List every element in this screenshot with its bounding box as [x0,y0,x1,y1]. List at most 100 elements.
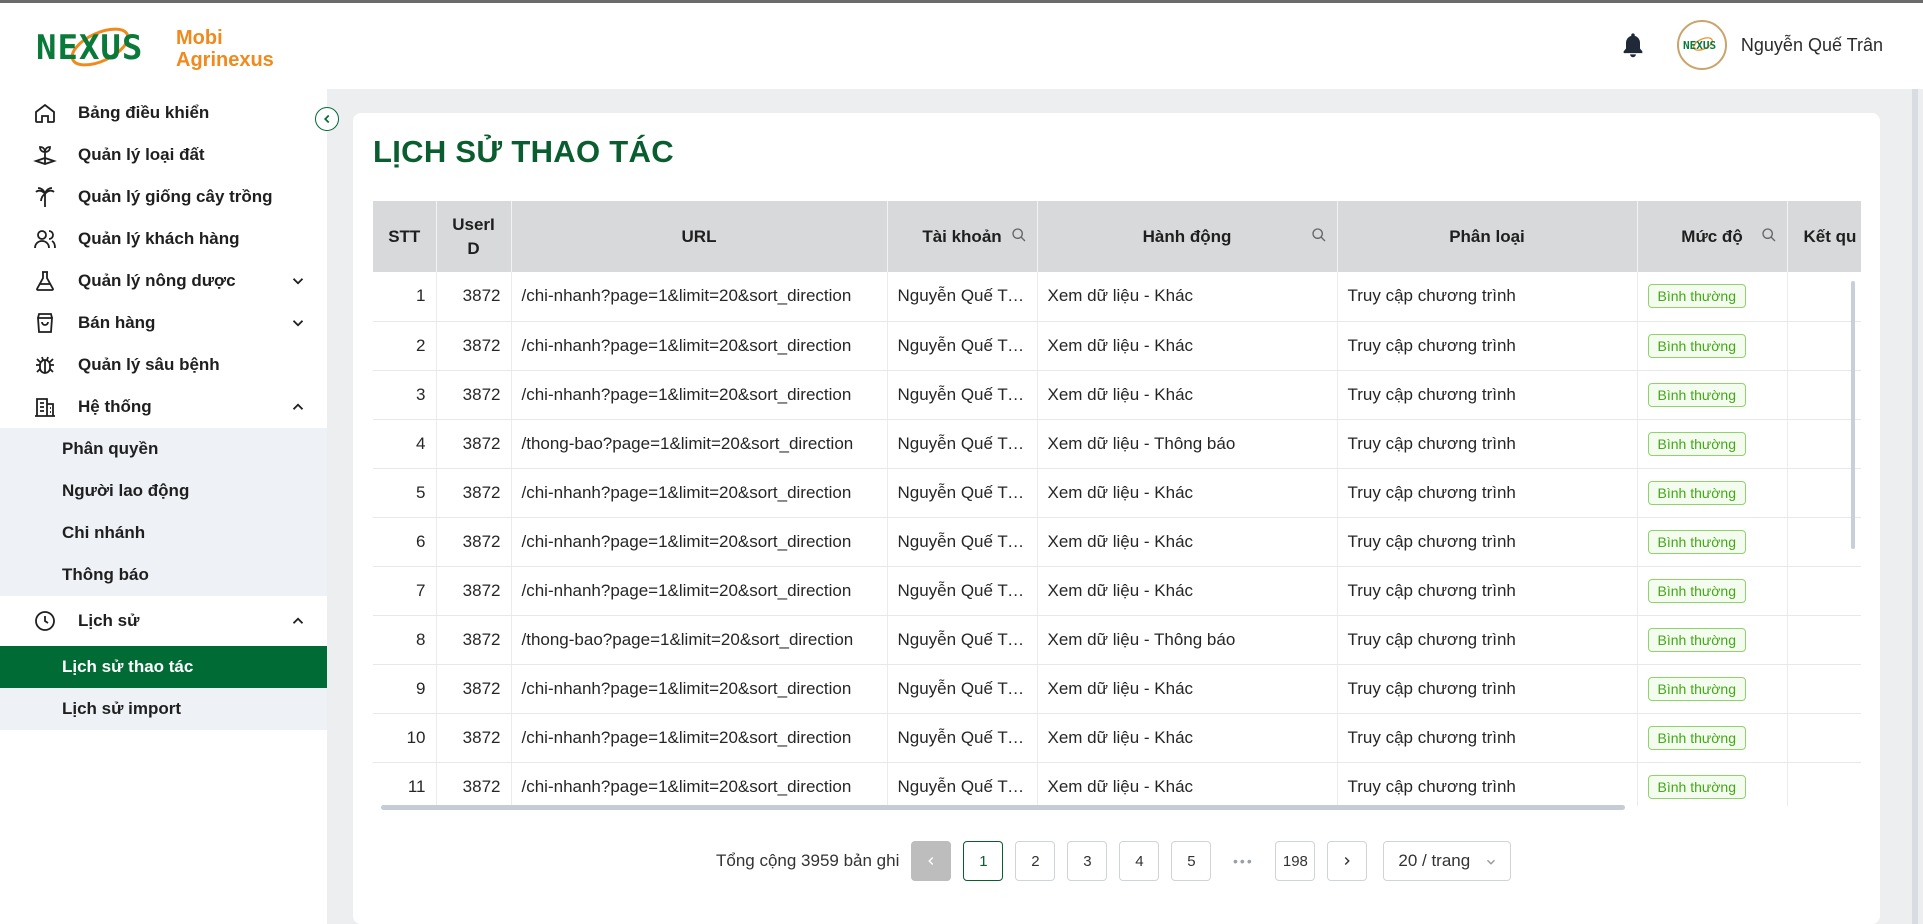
table-row[interactable]: 7 3872/chi-nhanh?page=1&limit=20&sort_dir… [373,566,1861,616]
cell-result [1787,272,1861,322]
cell-userid: 3872 [436,566,512,616]
sidebar-collapse-button[interactable] [315,107,339,131]
sidebar-item-history[interactable]: Lịch sử [0,596,327,646]
brand-logo[interactable]: NEXUS Mobi Agrinexus [36,21,274,77]
cell-action: Xem dữ liệu - Khác [1037,664,1338,714]
page-button-5[interactable]: 5 [1171,841,1212,881]
search-icon[interactable] [1011,227,1027,243]
cell-url: /thong-bao?page=1&limit=20&sort_directio… [511,419,888,469]
sidebar-item-branches[interactable]: Chi nhánh [0,512,327,554]
page-button-3[interactable]: 3 [1067,841,1108,881]
page-button-last[interactable]: 198 [1275,841,1316,881]
sidebar-item-label: Hệ thống [78,397,152,416]
bell-icon[interactable] [1619,31,1647,59]
cell-userid: 3872 [436,370,512,420]
cell-action: Xem dữ liệu - Khác [1037,321,1338,371]
cell-type: Truy cập chương trình [1337,664,1638,714]
table-row[interactable]: 11 3872/chi-nhanh?page=1&limit=20&sort_di… [373,762,1861,806]
table-horizontal-scrollbar[interactable] [381,805,1625,810]
cell-level: Bình thường [1637,762,1788,806]
column-header-action-label: Hành động [1142,226,1232,246]
sidebar-item-system[interactable]: Hệ thống [0,386,327,428]
cell-account: Nguyễn Quế Trân [887,321,1038,371]
cell-account: Nguyễn Quế Trân [887,419,1038,469]
cell-level: Bình thường [1637,615,1788,665]
cell-stt: 9 [373,664,437,714]
sidebar-item-dashboard[interactable]: Bảng điều khiển [0,92,327,134]
sidebar-item-pests[interactable]: Quản lý sâu bệnh [0,344,327,386]
table-row[interactable]: 4 3872/thong-bao?page=1&limit=20&sort_dir… [373,419,1861,469]
page-ellipsis[interactable]: ••• [1223,841,1263,881]
sidebar-item-label: Quản lý loại đất [78,145,205,164]
column-header-level[interactable]: Mức độ [1637,201,1788,272]
page-button-2[interactable]: 2 [1015,841,1056,881]
search-icon[interactable] [1311,227,1327,243]
chevron-left-icon [324,114,330,124]
column-header-type[interactable]: Phân loại [1337,201,1638,272]
sidebar-item-seeds[interactable]: Quản lý giống cây trồng [0,176,327,218]
cell-type: Truy cập chương trình [1337,517,1638,567]
sidebar-item-notifications[interactable]: Thông báo [0,554,327,596]
status-badge: Bình thường [1647,431,1746,456]
sidebar-item-sales[interactable]: Bán hàng [0,302,327,344]
table-row[interactable]: 3 3872/chi-nhanh?page=1&limit=20&sort_dir… [373,370,1861,420]
page-vertical-scrollbar[interactable] [1912,89,1918,924]
table-row[interactable]: 2 3872/chi-nhanh?page=1&limit=20&sort_dir… [373,321,1861,371]
table-row[interactable]: 8 3872/thong-bao?page=1&limit=20&sort_dir… [373,615,1861,665]
sidebar-item-label: Quản lý giống cây trồng [78,187,273,206]
sidebar-item-action-history[interactable]: Lịch sử thao tác [0,646,327,688]
cell-level: Bình thường [1637,419,1788,469]
page-button-4[interactable]: 4 [1119,841,1160,881]
sidebar-item-label: Quản lý nông dược [78,271,236,290]
column-header-url[interactable]: URL [511,201,888,272]
table-row[interactable]: 10 3872/chi-nhanh?page=1&limit=20&sort_di… [373,713,1861,763]
next-page-button[interactable] [1327,841,1368,881]
cell-userid: 3872 [436,468,512,518]
cell-type: Truy cập chương trình [1337,468,1638,518]
cell-level: Bình thường [1637,468,1788,518]
status-badge: Bình thường [1647,676,1746,701]
sidebar-item-pesticides[interactable]: Quản lý nông dược [0,260,327,302]
cell-result [1787,762,1861,806]
search-icon[interactable] [1761,227,1777,243]
column-header-result[interactable]: Kết qu [1787,201,1861,272]
cell-userid: 3872 [436,517,512,567]
table-row[interactable]: 5 3872/chi-nhanh?page=1&limit=20&sort_dir… [373,468,1861,518]
cell-url: /chi-nhanh?page=1&limit=20&sort_directio… [511,664,888,714]
column-header-stt[interactable]: STT [373,201,437,272]
table-row[interactable]: 9 3872/chi-nhanh?page=1&limit=20&sort_dir… [373,664,1861,714]
avatar[interactable]: NEXUS [1676,20,1727,70]
cell-result [1787,664,1861,714]
cell-stt: 6 [373,517,437,567]
user-name[interactable]: Nguyễn Quế Trân [1741,35,1883,56]
system-submenu: Phân quyền Người lao động Chi nhánh Thôn… [0,428,327,596]
cell-action: Xem dữ liệu - Thông báo [1037,615,1338,665]
page-button-1[interactable]: 1 [963,841,1004,881]
building-icon [32,394,58,420]
column-header-action[interactable]: Hành động [1037,201,1338,272]
sidebar-item-customers[interactable]: Quản lý khách hàng [0,218,327,260]
status-badge: Bình thường [1647,725,1746,750]
status-badge: Bình thường [1647,480,1746,505]
status-badge: Bình thường [1647,774,1746,799]
status-badge: Bình thường [1647,529,1746,554]
cell-type: Truy cập chương trình [1337,370,1638,420]
column-header-userid[interactable]: UserI D [436,201,512,272]
sidebar-item-workers[interactable]: Người lao động [0,470,327,512]
cell-stt: 10 [373,713,437,763]
sidebar-item-soil[interactable]: Quản lý loại đất [0,134,327,176]
cell-action: Xem dữ liệu - Khác [1037,272,1338,322]
cell-action: Xem dữ liệu - Khác [1037,713,1338,763]
column-header-account[interactable]: Tài khoản [887,201,1038,272]
table-vertical-scrollbar[interactable] [1851,281,1855,549]
table-header-row: STT UserI D URL Tài khoản Hành động Phân… [373,201,1861,272]
cell-result [1787,321,1861,371]
column-header-level-label: Mức độ [1681,226,1743,246]
bug-icon [32,352,58,378]
table-row[interactable]: 1 3872/chi-nhanh?page=1&limit=20&sort_dir… [373,272,1861,322]
sidebar-item-import-history[interactable]: Lịch sử import [0,688,327,730]
prev-page-button[interactable] [911,841,952,881]
table-row[interactable]: 6 3872/chi-nhanh?page=1&limit=20&sort_dir… [373,517,1861,567]
page-size-select[interactable]: 20 / trang [1383,841,1512,881]
sidebar-item-permissions[interactable]: Phân quyền [0,428,327,470]
